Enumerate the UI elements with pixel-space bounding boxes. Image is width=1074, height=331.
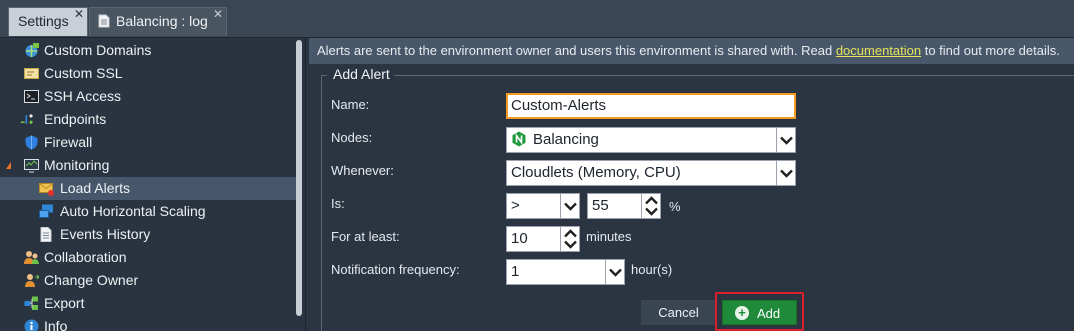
minutes-unit: minutes — [586, 229, 632, 244]
hours-unit: hour(s) — [631, 262, 673, 277]
sidebar-item-label: Custom Domains — [44, 42, 152, 58]
is-operator-value: > — [511, 197, 520, 214]
documentation-link[interactable]: documentation — [836, 43, 921, 58]
users-icon — [24, 251, 39, 264]
notification-frequency-select[interactable]: 1 — [506, 259, 625, 285]
nodes-value: Balancing — [533, 131, 599, 148]
plus-circle-icon: + — [735, 306, 749, 320]
cancel-button[interactable]: Cancel — [641, 300, 716, 325]
sidebar-item-ssh-access[interactable]: SSH Access — [0, 85, 296, 108]
close-icon[interactable]: ✕ — [213, 5, 223, 23]
sidebar-item-change-owner[interactable]: Change Owner — [0, 269, 296, 292]
user-change-icon — [25, 274, 39, 287]
for-at-least-value: 10 — [511, 230, 528, 247]
stepper-arrows-icon[interactable] — [560, 226, 580, 252]
sidebar-item-export[interactable]: Export — [0, 292, 296, 315]
nodes-select[interactable]: Balancing — [506, 127, 796, 153]
sidebar-item-label: Events History — [60, 226, 151, 242]
chevron-down-icon[interactable] — [560, 193, 580, 219]
sidebar-item-label: Auto Horizontal Scaling — [60, 203, 206, 219]
tab-settings[interactable]: Settings ✕ — [8, 7, 88, 36]
is-operator-select[interactable]: > — [506, 193, 580, 219]
certificate-icon — [24, 68, 39, 79]
is-value: 55 — [592, 197, 609, 214]
sidebar-scrollbar-thumb[interactable] — [296, 40, 302, 316]
tab-balancing-log[interactable]: Balancing : log ✕ — [89, 7, 227, 36]
whenever-select[interactable]: Cloudlets (Memory, CPU) — [506, 160, 796, 186]
is-value-stepper[interactable]: 55 — [587, 193, 661, 219]
sidebar-item-label: SSH Access — [44, 88, 122, 104]
add-button-label: Add — [757, 306, 781, 321]
info-text-end: to find out more details. — [921, 43, 1060, 58]
for-at-least-label: For at least: — [331, 229, 400, 244]
add-button[interactable]: + Add — [722, 300, 797, 325]
sidebar-item-custom-ssl[interactable]: Custom SSL — [0, 62, 296, 85]
sidebar-item-collaboration[interactable]: Collaboration — [0, 246, 296, 269]
close-icon[interactable]: ✕ — [74, 5, 84, 23]
tab-balancing-log-label: Balancing : log — [116, 13, 208, 29]
shield-icon — [25, 135, 38, 150]
monitor-icon — [24, 159, 39, 173]
globe-icon — [25, 43, 39, 57]
export-icon — [24, 296, 38, 310]
sidebar-item-monitoring[interactable]: Monitoring — [0, 154, 296, 177]
terminal-icon — [24, 90, 39, 103]
chevron-down-icon[interactable] — [776, 160, 796, 186]
info-text: Alerts are sent to the environment owner… — [317, 43, 836, 58]
chevron-down-icon[interactable] — [605, 259, 625, 285]
endpoints-icon — [20, 114, 33, 124]
tab-bar: Settings ✕ Balancing : log ✕ — [0, 0, 1074, 38]
sidebar-item-events-history[interactable]: Events History — [0, 223, 296, 246]
sidebar-item-firewall[interactable]: Firewall — [0, 131, 296, 154]
sidebar-item-auto-horizontal-scaling[interactable]: Auto Horizontal Scaling — [0, 200, 296, 223]
sidebar-item-info[interactable]: Info — [0, 315, 296, 331]
sidebar-item-label: Collaboration — [44, 249, 127, 265]
alert-settings-panel: Alerts are sent to the environment owner… — [309, 38, 1074, 331]
name-label: Name: — [331, 97, 370, 112]
sidebar-item-label: Monitoring — [44, 157, 110, 173]
for-at-least-stepper[interactable]: 10 — [506, 226, 580, 252]
sidebar-item-load-alerts[interactable]: Load Alerts — [0, 177, 296, 200]
sidebar-item-label: Firewall — [44, 134, 93, 150]
percent-unit: % — [669, 199, 681, 214]
sidebar-item-label: Change Owner — [44, 272, 139, 288]
scaling-icon — [39, 204, 53, 218]
whenever-value: Cloudlets (Memory, CPU) — [511, 164, 681, 181]
document-icon — [98, 14, 110, 28]
mail-alert-icon — [39, 183, 54, 196]
whenever-label: Whenever: — [331, 163, 394, 178]
info-bar: Alerts are sent to the environment owner… — [309, 38, 1074, 64]
notification-frequency-value: 1 — [511, 263, 520, 280]
sidebar-item-label: Custom SSL — [44, 65, 123, 81]
notification-frequency-label: Notification frequency: — [331, 262, 460, 277]
sidebar-item-label: Load Alerts — [60, 180, 131, 196]
chevron-down-icon[interactable] — [776, 127, 796, 153]
nginx-icon — [512, 131, 526, 147]
expanded-arrow-icon[interactable] — [6, 162, 11, 169]
document-icon — [40, 227, 52, 242]
settings-sidebar: Custom Domains Custom SSL SSH Access End… — [0, 38, 306, 331]
stepper-arrows-icon[interactable] — [641, 193, 661, 219]
add-alert-legend: Add Alert — [327, 66, 394, 82]
info-icon — [24, 319, 39, 331]
sidebar-item-label: Info — [44, 318, 68, 331]
tab-settings-label: Settings — [18, 13, 69, 29]
sidebar-item-label: Export — [44, 295, 85, 311]
nodes-label: Nodes: — [331, 130, 373, 145]
name-input[interactable]: Custom-Alerts — [506, 93, 796, 119]
is-label: Is: — [331, 196, 345, 211]
sidebar-item-endpoints[interactable]: Endpoints — [0, 108, 296, 131]
sidebar-item-custom-domains[interactable]: Custom Domains — [0, 39, 296, 62]
sidebar-item-label: Endpoints — [44, 111, 107, 127]
